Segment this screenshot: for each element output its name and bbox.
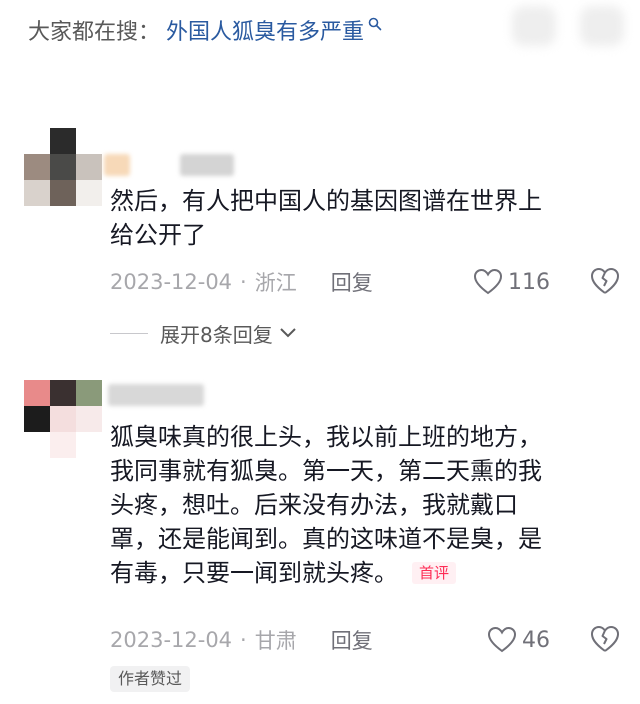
author-liked-badge: 作者赞过 bbox=[110, 666, 191, 692]
avatar[interactable] bbox=[24, 380, 102, 458]
search-prefix: 大家都在搜： bbox=[28, 20, 161, 45]
first-comment-badge: 首评 bbox=[412, 562, 457, 584]
comment-date: 2023-12-04 bbox=[110, 270, 233, 294]
expand-replies-button[interactable]: 展开8条回复 bbox=[110, 318, 297, 348]
meta-separator: · bbox=[240, 628, 247, 652]
chevron-down-icon bbox=[280, 328, 296, 338]
comment-text: 然后，有人把中国人的基因图谱在世界上 给公开了 bbox=[110, 187, 542, 249]
search-icon bbox=[368, 17, 382, 31]
reply-button[interactable]: 回复 bbox=[331, 267, 373, 297]
comment-location: 浙江 bbox=[254, 271, 297, 295]
meta-separator: · bbox=[240, 270, 247, 294]
comment-body: 狐臭味真的很上头，我以前上班的地方， 我同事就有狐臭。第一天，第二天熏的我 头疼… bbox=[110, 423, 542, 587]
username-blurred[interactable] bbox=[108, 384, 204, 406]
heart-icon bbox=[474, 269, 502, 295]
heart-icon bbox=[488, 627, 516, 653]
search-query-link[interactable]: 外国人狐臭有多严重 bbox=[166, 14, 364, 46]
blurred-icon bbox=[580, 6, 624, 46]
broken-heart-icon[interactable] bbox=[590, 624, 620, 654]
expand-replies-label: 展开8条回复 bbox=[160, 322, 273, 347]
reply-button[interactable]: 回复 bbox=[331, 625, 373, 655]
comment-meta: 2023-12-04 · 甘肃 回复 bbox=[110, 624, 373, 656]
comment-text: 狐臭味真的很上头，我以前上班的地方， 我同事就有狐臭。第一天，第二天熏的我 头疼… bbox=[110, 420, 610, 590]
username-blurred[interactable] bbox=[104, 154, 130, 176]
blurred-icon bbox=[512, 6, 556, 46]
comment-date: 2023-12-04 bbox=[110, 628, 233, 652]
username-blurred[interactable] bbox=[180, 154, 234, 176]
broken-heart-icon[interactable] bbox=[590, 266, 620, 296]
avatar[interactable] bbox=[24, 128, 102, 206]
like-button[interactable]: 46 bbox=[488, 624, 550, 656]
divider-line bbox=[110, 332, 148, 334]
like-button[interactable]: 116 bbox=[474, 266, 550, 298]
search-suggestion[interactable]: 大家都在搜： 外国人狐臭有多严重 bbox=[28, 8, 382, 52]
comment-meta: 2023-12-04 · 浙江 回复 bbox=[110, 266, 373, 298]
like-count: 46 bbox=[522, 627, 550, 653]
like-count: 116 bbox=[508, 269, 550, 295]
comment-location: 甘肃 bbox=[254, 629, 297, 653]
